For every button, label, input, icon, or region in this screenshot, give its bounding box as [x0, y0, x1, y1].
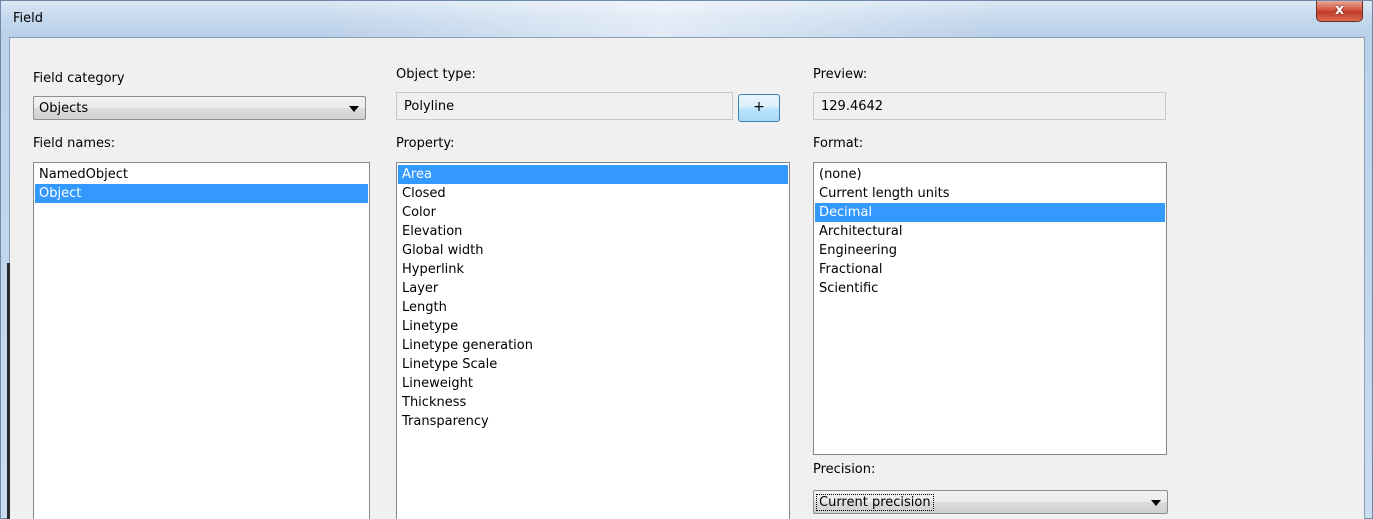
- list-item-selected[interactable]: Object: [35, 184, 368, 203]
- field-names-label: Field names:: [33, 136, 116, 151]
- list-item[interactable]: Layer: [398, 279, 788, 298]
- window-edge-shadow: [7, 263, 10, 519]
- object-type-label: Object type:: [396, 67, 476, 82]
- property-list[interactable]: Area Closed Color Elevation Global width…: [396, 162, 790, 519]
- list-item-selected[interactable]: Area: [398, 165, 788, 184]
- list-item[interactable]: Scientific: [815, 279, 1165, 298]
- list-item[interactable]: Color: [398, 203, 788, 222]
- precision-value: Current precision: [816, 494, 934, 511]
- dialog-body: Field category Objects Field names: Name…: [9, 37, 1365, 519]
- close-button[interactable]: x: [1316, 1, 1363, 22]
- preview-label: Preview:: [813, 67, 868, 82]
- precision-dropdown[interactable]: Current precision: [813, 490, 1168, 514]
- format-list[interactable]: (none) Current length units Decimal Arch…: [813, 162, 1167, 455]
- list-item[interactable]: Transparency: [398, 412, 788, 431]
- close-icon: x: [1334, 2, 1345, 18]
- preview-value: 129.4642: [821, 99, 884, 114]
- list-item[interactable]: Global width: [398, 241, 788, 260]
- list-item[interactable]: Current length units: [815, 184, 1165, 203]
- field-category-label: Field category: [33, 71, 125, 86]
- list-item[interactable]: Elevation: [398, 222, 788, 241]
- format-label: Format:: [813, 136, 864, 151]
- preview-field: 129.4642: [813, 92, 1166, 120]
- select-object-button[interactable]: +: [738, 94, 780, 122]
- list-item[interactable]: Linetype Scale: [398, 355, 788, 374]
- list-item[interactable]: Length: [398, 298, 788, 317]
- list-item[interactable]: Closed: [398, 184, 788, 203]
- list-item[interactable]: Linetype generation: [398, 336, 788, 355]
- plus-icon: +: [753, 99, 765, 115]
- field-names-list[interactable]: NamedObject Object: [33, 162, 370, 519]
- list-item[interactable]: Fractional: [815, 260, 1165, 279]
- chevron-down-icon: [1151, 500, 1161, 506]
- field-category-dropdown[interactable]: Objects: [33, 96, 366, 120]
- list-item[interactable]: Engineering: [815, 241, 1165, 260]
- precision-label: Precision:: [813, 462, 876, 477]
- chevron-down-icon: [349, 106, 359, 112]
- list-item[interactable]: Thickness: [398, 393, 788, 412]
- title-bar[interactable]: Field x: [1, 1, 1372, 37]
- list-item[interactable]: Hyperlink: [398, 260, 788, 279]
- list-item-selected[interactable]: Decimal: [815, 203, 1165, 222]
- list-item[interactable]: Lineweight: [398, 374, 788, 393]
- list-item[interactable]: Architectural: [815, 222, 1165, 241]
- object-type-field: Polyline: [396, 92, 733, 120]
- list-item[interactable]: Linetype: [398, 317, 788, 336]
- property-label: Property:: [396, 136, 455, 151]
- field-dialog: Field x Field category Objects Field nam…: [0, 0, 1373, 519]
- object-type-value: Polyline: [404, 99, 455, 114]
- list-item[interactable]: (none): [815, 165, 1165, 184]
- field-category-value: Objects: [39, 101, 89, 116]
- list-item[interactable]: NamedObject: [35, 165, 368, 184]
- window-title: Field: [13, 11, 44, 26]
